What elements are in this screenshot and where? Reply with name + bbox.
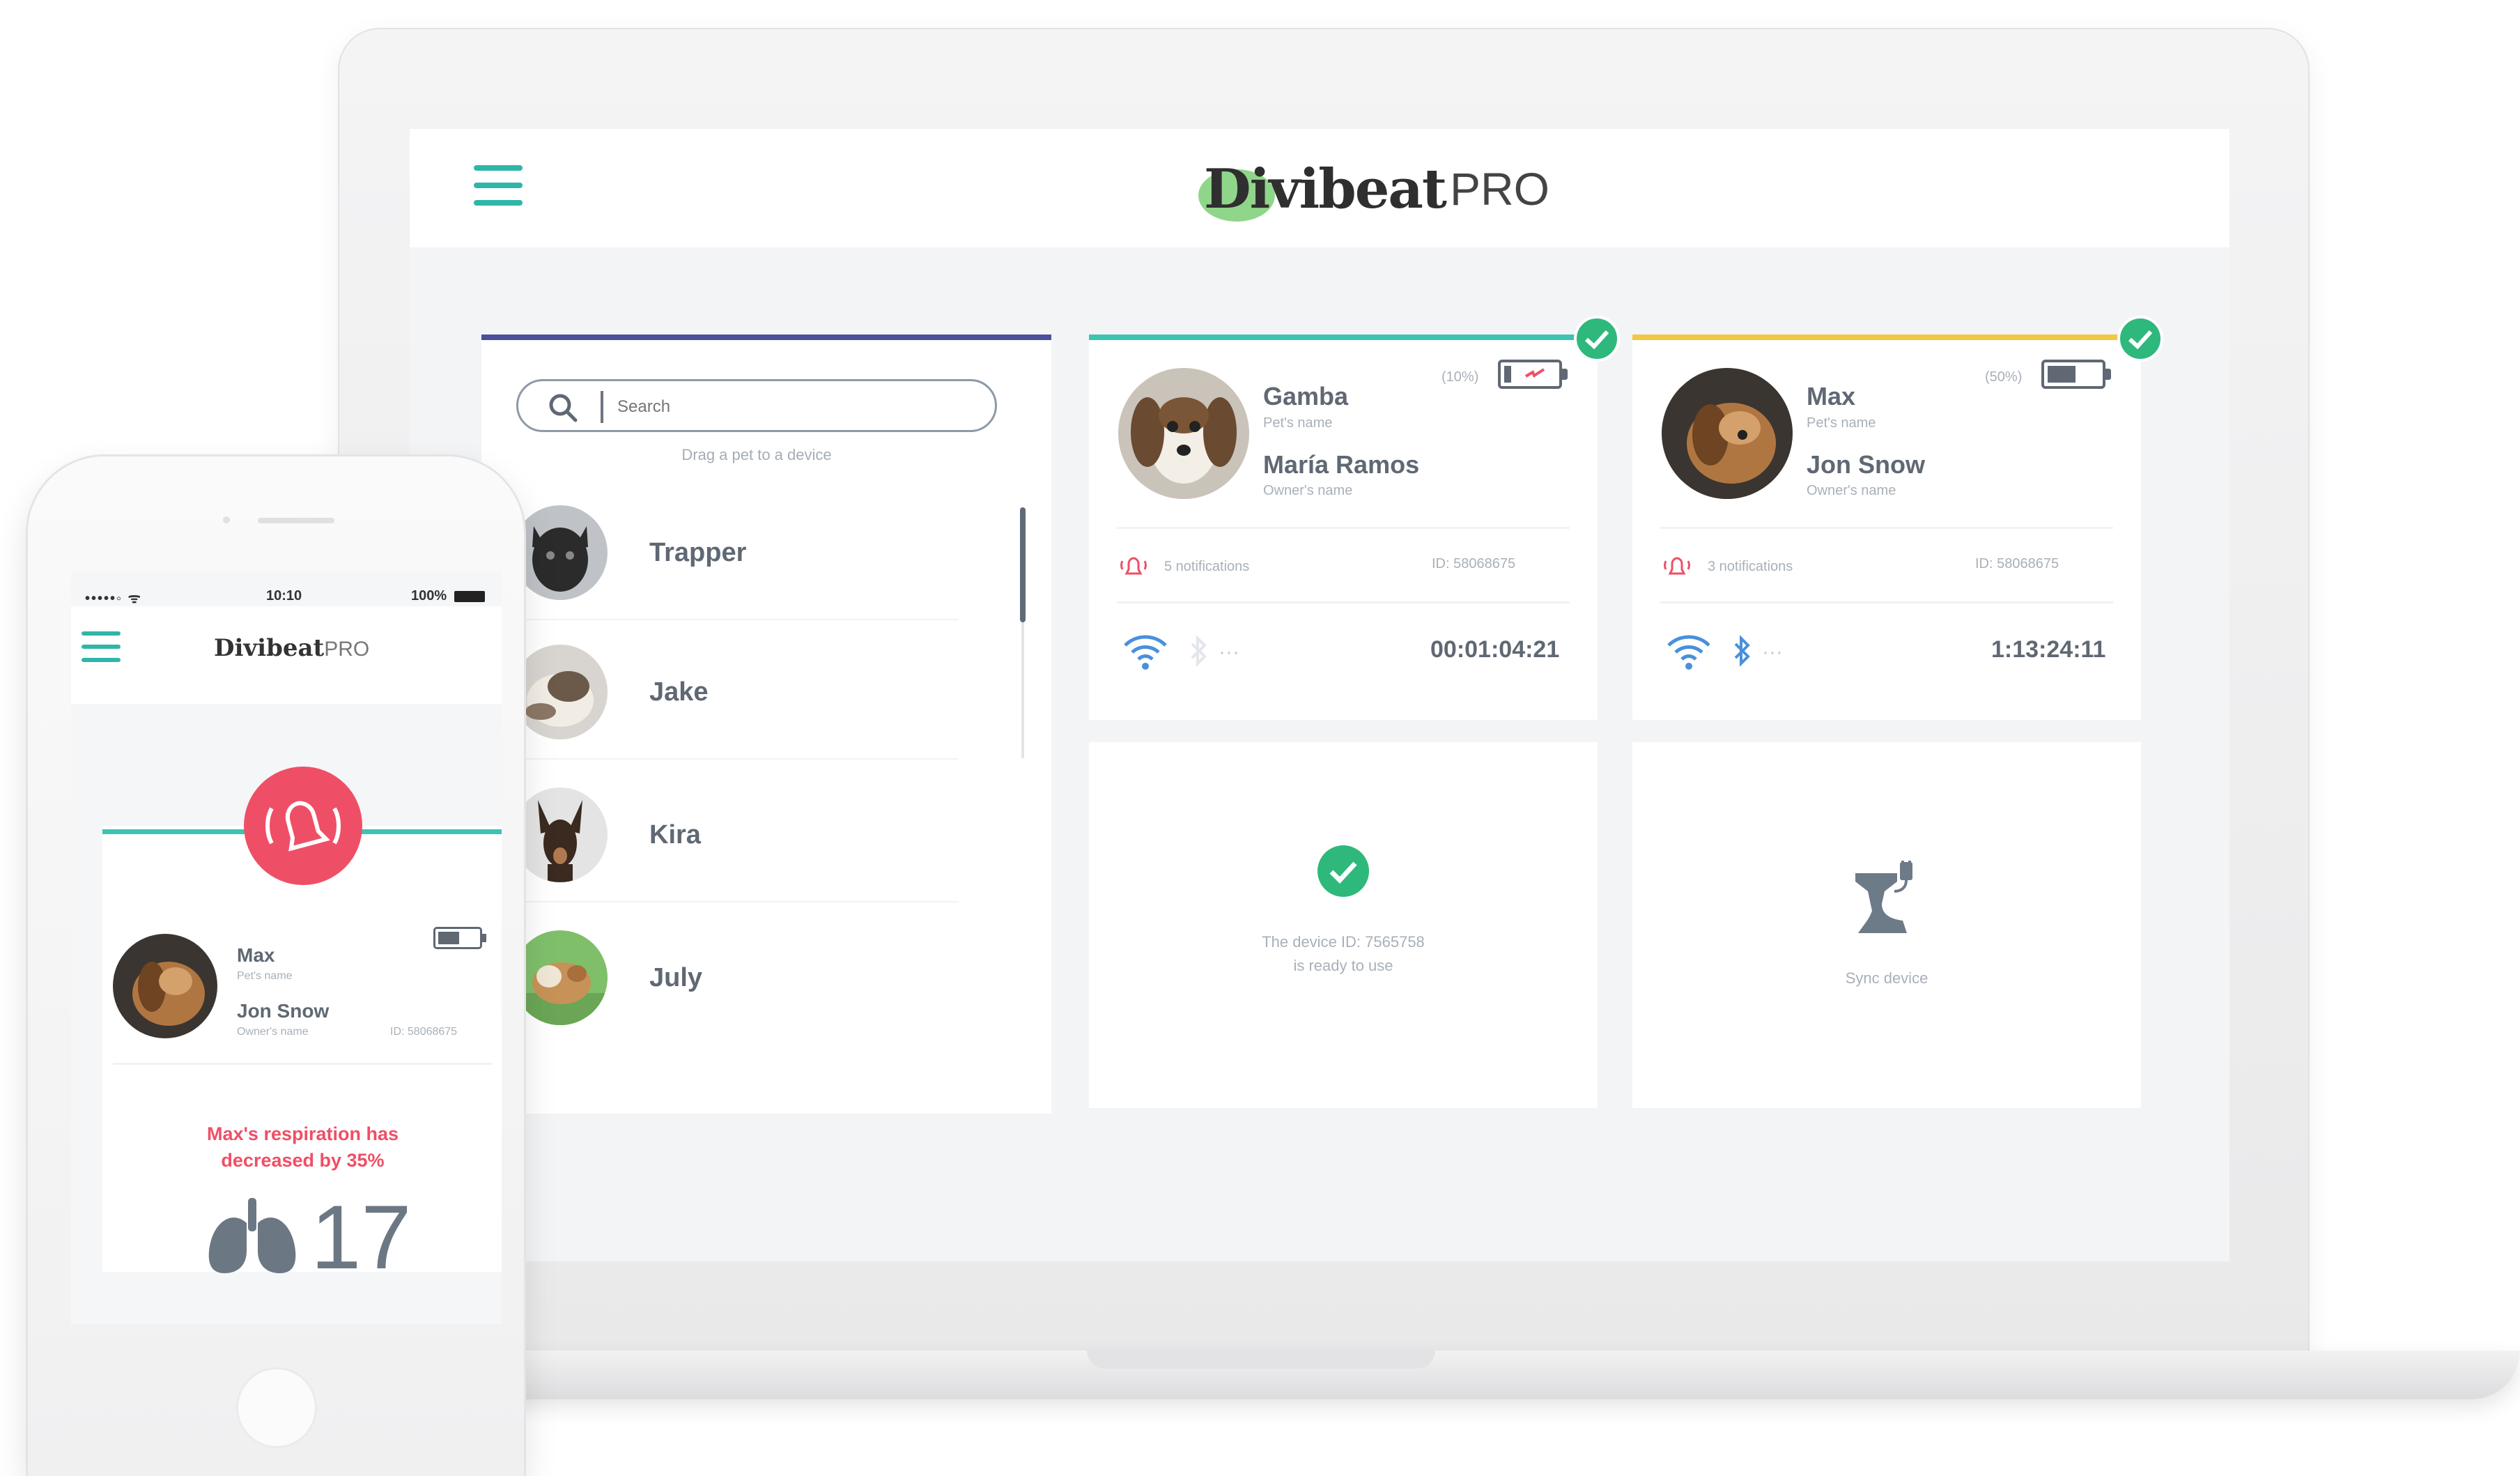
search-input[interactable] [616,391,981,423]
battery-percent: (10%) [1441,369,1479,385]
notifications-count: 3 notifications [1708,558,1793,574]
pet-name: Max [1807,382,1856,410]
ready-check-icon [1317,845,1369,897]
pet-name-label: Pet's name [1807,415,1876,431]
pet-name: Trapper [649,537,747,567]
device-ready-card[interactable]: The device ID: 7565758 is ready to use [1089,742,1598,1108]
more-icon: ··· [1762,640,1783,663]
mobile-pet-avatar [113,934,217,1038]
respiration-reading: 17 [203,1185,412,1289]
logo-main-text: Divibeat [1204,157,1447,221]
lungs-icon [208,1198,296,1273]
phone-speaker [258,518,334,523]
sync-device-card[interactable]: Sync device [1632,742,2141,1108]
pet-name-label: Pet's name [1263,415,1333,431]
device-ready-line1: The device ID: 7565758 [1262,933,1425,951]
connected-check-icon [1574,316,1620,362]
menu-icon[interactable] [474,165,523,207]
owner-name-label: Owner's name [1807,483,1896,498]
status-time: 10:10 [266,588,302,604]
mobile-app-logo: DivibeatPRO [214,634,369,662]
pet-avatar-july [513,930,608,1025]
device-id: ID: 58068675 [1975,556,2059,571]
owner-name-label: Owner's name [1263,483,1353,498]
mobile-pet-label: Pet's name [237,970,293,982]
mobile-app-screen: •••••◦ ᯤ 10:10 100% DivibeatPRO Max Pet'… [71,571,502,1324]
phone-frame: •••••◦ ᯤ 10:10 100% DivibeatPRO Max Pet'… [28,456,524,1476]
alert-bell-icon [1664,557,1690,575]
pet-list-item-july[interactable]: July [513,912,959,1044]
sync-device-icon [1855,861,1912,933]
alert-bell-icon [1120,557,1147,575]
owner-name: María Ramos [1263,450,1420,479]
session-timer: 1:13:24:11 [1991,636,2106,663]
battery-percent: (50%) [1985,369,2023,385]
pet-name: July [649,962,703,992]
mobile-logo-pro: PRO [324,638,370,661]
device-ready-text: The device ID: 7565758 is ready to use [1089,930,1598,978]
signal-icon: •••••◦ ᯤ [85,591,142,606]
pet-avatar-jake [513,645,608,739]
pet-avatar-trapper [513,505,608,600]
wifi-icon [1667,635,1710,670]
bluetooth-icon [1191,635,1207,667]
sync-device-label: Sync device [1845,969,1928,987]
mobile-pet-name: Max [237,944,275,966]
connection-status: ··· [1122,633,1239,672]
device-id: ID: 58068675 [1432,556,1516,571]
connection-status: ··· [1666,633,1783,672]
respiration-alert-line1: Max's respiration has [206,1123,399,1144]
mobile-logo-main: Divibeat [214,634,325,662]
mobile-owner-name: Jon Snow [237,1000,330,1022]
session-timer: 00:01:04:21 [1430,636,1560,663]
device-card-max[interactable]: Max Pet's name Jon Snow Owner's name (50… [1632,335,2141,720]
notifications-count: 5 notifications [1164,558,1250,574]
alarm-button[interactable] [244,767,362,885]
mobile-owner-label: Owner's name [237,1026,309,1038]
connected-check-icon [2117,316,2163,362]
drag-hint: Drag a pet to a device [681,446,832,463]
search-icon [549,394,578,422]
scrollbar-thumb[interactable] [1020,507,1026,622]
laptop-notch [1087,1351,1435,1369]
mobile-device-id: ID: 58068675 [390,1026,458,1038]
respiration-alert: Max's respiration has decreased by 35% [102,1121,502,1174]
desktop-app-screen: Divibeat PRO Drag a pet to a device Trap… [410,129,2229,1261]
respiration-alert-line2: decreased by 35% [221,1150,385,1171]
pet-avatar-kira [513,787,608,882]
notifications[interactable]: 5 notifications [1120,554,1249,579]
pet-name: Jake [649,677,709,707]
pet-avatar-gamba [1118,368,1249,499]
pet-avatar-max [1662,368,1793,499]
bluetooth-icon [1734,635,1750,667]
battery-half-icon [2041,360,2111,389]
mobile-header: DivibeatPRO [71,606,502,704]
notifications[interactable]: 3 notifications [1663,554,1793,579]
more-icon: ··· [1219,640,1239,663]
search-box[interactable] [516,379,997,432]
mobile-battery-icon [433,927,486,949]
scroll-track [1021,619,1024,758]
pet-list-panel: Drag a pet to a device Trapper Jake Kira… [481,335,1051,1114]
phone-camera [223,516,230,523]
status-battery-text: 100% [411,588,447,604]
device-card-gamba[interactable]: Gamba Pet's name María Ramos Owner's nam… [1089,335,1598,720]
app-header: Divibeat PRO [410,129,2229,247]
wifi-icon [1124,635,1167,670]
device-ready-line2: is ready to use [1293,957,1393,974]
logo-pro-text: PRO [1449,163,1549,215]
owner-name: Jon Snow [1807,450,1925,479]
mobile-menu-icon[interactable] [82,631,121,666]
respiration-value: 17 [311,1186,412,1288]
pet-list-item-trapper[interactable]: Trapper [513,486,959,620]
alarm-bell-icon [265,801,341,852]
pet-name: Gamba [1263,382,1349,410]
pet-list-item-jake[interactable]: Jake [513,626,959,760]
pet-list-item-kira[interactable]: Kira [513,769,959,902]
app-logo: Divibeat PRO [1198,155,1549,222]
phone-home-button[interactable] [238,1369,315,1446]
status-battery-icon [454,591,485,602]
battery-low-icon [1498,360,1568,389]
pet-name: Kira [649,820,701,850]
